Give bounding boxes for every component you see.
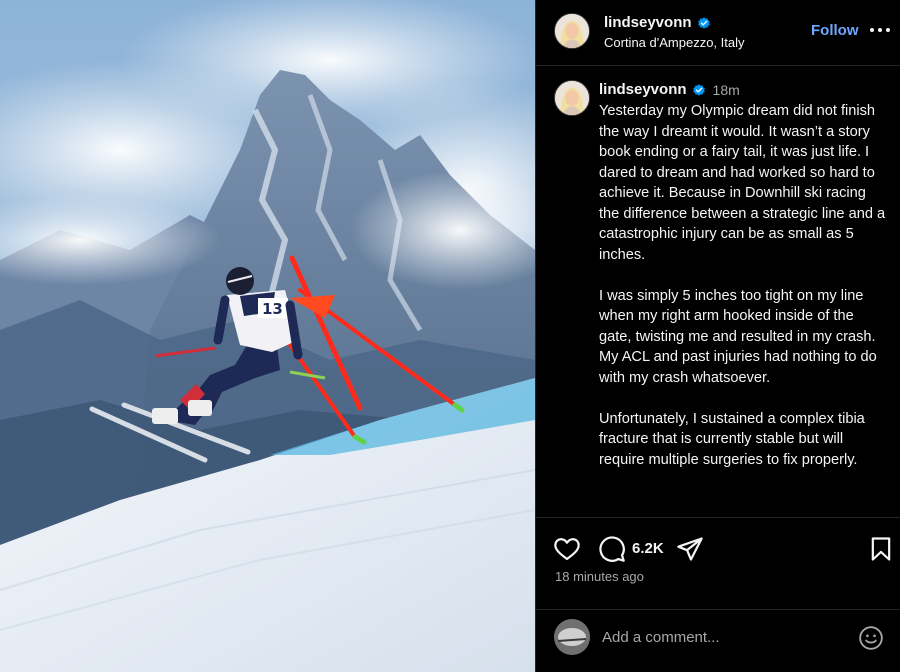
header-username-row: lindseyvonn	[604, 14, 711, 31]
caption-text: Yesterday my Olympic dream did not finis…	[599, 101, 889, 491]
header-username[interactable]: lindseyvonn	[604, 14, 692, 31]
heart-icon[interactable]	[553, 535, 581, 563]
caption-paragraph: Unfortunately, I sustained a complex tib…	[599, 410, 865, 468]
post-location[interactable]: Cortina d'Ampezzo, Italy	[604, 35, 745, 50]
comment-composer	[536, 609, 900, 672]
caption-avatar[interactable]	[554, 80, 590, 116]
current-user-avatar	[554, 619, 590, 655]
more-horizontal-icon[interactable]	[868, 20, 892, 40]
caption-paragraph: I was simply 5 inches too tight on my li…	[599, 287, 877, 386]
caption-paragraph: Yesterday my Olympic dream did not finis…	[599, 103, 886, 263]
caption-header: lindseyvonn 18m	[599, 81, 740, 98]
instagram-post: 13 lindseyvonn Cortina d'Ampezzo, Italy …	[0, 0, 900, 672]
verified-badge-icon	[692, 83, 705, 96]
profile-photo	[555, 81, 589, 115]
post-age[interactable]: 18 minutes ago	[555, 569, 644, 584]
comment-input[interactable]	[602, 624, 852, 650]
profile-avatar[interactable]	[554, 13, 590, 49]
follow-button[interactable]: Follow	[811, 22, 859, 39]
caption-section: lindseyvonn 18m Yesterday my Olympic dre…	[536, 67, 900, 517]
action-bar: 6.2K 18 minutes ago	[536, 517, 900, 609]
comment-count: 6.2K	[632, 540, 664, 557]
post-photo[interactable]: 13	[0, 0, 535, 672]
verified-badge-icon	[697, 16, 710, 29]
post-sidebar: lindseyvonn Cortina d'Ampezzo, Italy Fol…	[535, 0, 900, 672]
caption-timestamp: 18m	[712, 81, 740, 98]
share-icon[interactable]	[676, 535, 704, 563]
profile-photo	[555, 14, 589, 48]
bib-number: 13	[262, 300, 283, 318]
comment-icon[interactable]	[598, 535, 626, 563]
ski-racer-photo: 13	[0, 0, 535, 672]
bookmark-icon[interactable]	[867, 535, 895, 563]
emoji-icon[interactable]	[858, 625, 884, 651]
caption-username[interactable]: lindseyvonn	[599, 81, 687, 98]
post-header: lindseyvonn Cortina d'Ampezzo, Italy Fol…	[536, 0, 900, 66]
